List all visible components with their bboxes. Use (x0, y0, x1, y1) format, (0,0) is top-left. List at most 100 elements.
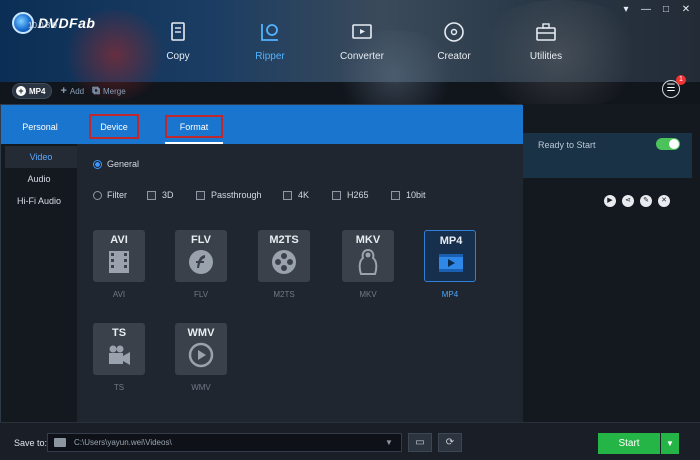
format-ts[interactable]: TS TS (93, 323, 145, 392)
radio-on-icon (93, 159, 102, 169)
nav-utilities-label: Utilities (529, 51, 563, 62)
format-mp4[interactable]: MP4 MP4 (424, 230, 476, 299)
checkbox-icon (147, 190, 156, 200)
chevron-down-icon[interactable]: ▼ (385, 438, 401, 447)
format-flv[interactable]: FLV FLV (175, 230, 227, 299)
format-title: WMV (187, 327, 215, 339)
refresh-button[interactable]: ⟳ (438, 433, 462, 452)
side-item-audio[interactable]: Audio (1, 168, 77, 190)
checkbox-icon (196, 190, 205, 200)
format-caption: TS (113, 383, 125, 392)
format-avi[interactable]: AVI AVI (93, 230, 145, 299)
footer-bar: Save to: C:\Users\yayun.wei\Videos\ ▼ ▭ … (0, 422, 700, 460)
side-item-video[interactable]: Video (5, 146, 77, 168)
checkbox-3d[interactable]: 3D (147, 190, 174, 200)
format-caption: MP4 (441, 290, 459, 299)
play-icon[interactable]: ▶ (604, 195, 616, 207)
format-title: M2TS (269, 234, 299, 246)
converter-icon (352, 24, 372, 39)
format-title: AVI (110, 234, 128, 246)
film-strip-icon (109, 251, 129, 273)
checkbox-passthrough-label: Passthrough (211, 190, 262, 200)
nav-copy[interactable]: Copy (132, 20, 224, 62)
queue-count-badge: 1 (676, 75, 686, 85)
main-nav: Copy Ripper Converter Creator Utilities (132, 20, 592, 62)
nav-converter[interactable]: Converter (316, 20, 408, 62)
play-circle-icon (188, 342, 214, 368)
format-tile: MP4 (424, 230, 476, 282)
format-caption: WMV (191, 383, 211, 392)
plus-icon: + (16, 86, 26, 96)
edit-icon[interactable]: ✎ (640, 195, 652, 207)
format-tile: TS (93, 323, 145, 375)
format-tile: AVI (93, 230, 145, 282)
format-title: FLV (191, 234, 211, 246)
format-mkv[interactable]: MKV MKV (342, 230, 394, 299)
checkbox-icon (332, 190, 341, 200)
format-title: MKV (355, 234, 381, 246)
menu-icon[interactable]: ▾ (620, 4, 632, 16)
format-tile: WMV (175, 323, 227, 375)
checkbox-4k[interactable]: 4K (283, 190, 309, 200)
minimize-icon[interactable]: — (640, 4, 652, 16)
checkbox-10bit-label: 10bit (406, 190, 426, 200)
format-title: TS (111, 327, 127, 339)
highlight-format (165, 115, 223, 138)
format-tile: M2TS (258, 230, 310, 282)
format-m2ts[interactable]: M2TS M2TS (258, 230, 310, 299)
radio-general[interactable]: General (93, 159, 139, 169)
chevron-down-icon: ▼ (666, 439, 674, 448)
maximize-icon[interactable]: □ (660, 4, 672, 16)
popup-tabs: Personal Device Format (1, 105, 523, 144)
format-caption: AVI (112, 290, 126, 299)
merge-button[interactable]: ⧉ Merge (92, 85, 126, 98)
profile-selector[interactable]: + MP4 (12, 83, 53, 99)
start-button[interactable]: Start (598, 433, 660, 454)
add-button[interactable]: + Add (60, 85, 84, 97)
checkbox-icon (391, 190, 400, 200)
checkbox-h265-label: H265 (347, 190, 369, 200)
ripper-icon (261, 24, 278, 41)
format-caption: M2TS (273, 290, 295, 299)
add-label: Add (69, 86, 85, 96)
tab-personal[interactable]: Personal (1, 105, 79, 144)
radio-filter[interactable]: Filter (93, 190, 127, 200)
start-options-button[interactable]: ▼ (661, 433, 679, 454)
side-item-hifi-audio[interactable]: Hi-Fi Audio (1, 190, 77, 212)
nav-creator[interactable]: Creator (408, 20, 500, 62)
nav-utilities[interactable]: Utilities (500, 20, 592, 62)
add-icon: + (60, 85, 67, 97)
checkbox-icon (283, 190, 292, 200)
popup-content: General Filter 3D Passthrough 4K H265 10… (77, 144, 523, 431)
share-icon[interactable]: ⋖ (622, 195, 634, 207)
profile-popup: Personal Device Format Video Audio Hi-Fi… (0, 104, 523, 431)
radio-off-icon (93, 190, 102, 200)
browse-folder-button[interactable]: ▭ (408, 433, 432, 452)
refresh-icon: ⟳ (445, 437, 455, 448)
nav-ripper-label: Ripper (255, 51, 285, 62)
save-path-field[interactable]: C:\Users\yayun.wei\Videos\ ▼ (47, 433, 402, 452)
app-version: 10.0.8.9 (28, 21, 57, 30)
toolbar: + MP4 + Add ⧉ Merge ☰ 1 (0, 75, 700, 102)
format-caption: FLV (193, 290, 209, 299)
film-reel-icon (272, 250, 296, 274)
format-wmv[interactable]: WMV WMV (175, 323, 227, 392)
checkbox-10bit[interactable]: 10bit (391, 190, 426, 200)
play-screen-icon (439, 254, 463, 272)
radio-general-label: General (107, 159, 140, 169)
task-status: Ready to Start (538, 140, 596, 150)
utilities-icon (536, 23, 556, 41)
checkbox-passthrough[interactable]: Passthrough (196, 190, 262, 200)
close-icon[interactable]: ✕ (680, 4, 692, 16)
checkbox-h265[interactable]: H265 (332, 190, 369, 200)
task-actions: ▶ ⋖ ✎ ✕ (604, 195, 670, 207)
folder-icon (54, 438, 66, 447)
camera-icon (109, 345, 130, 365)
save-to-label: Save to: (14, 438, 48, 448)
nav-ripper[interactable]: Ripper (224, 20, 316, 62)
task-toggle[interactable] (656, 138, 680, 150)
popup-sidebar: Video Audio Hi-Fi Audio (1, 144, 77, 431)
merge-icon: ⧉ (92, 84, 100, 97)
delete-icon[interactable]: ✕ (658, 195, 670, 207)
merge-label: Merge (102, 86, 126, 96)
